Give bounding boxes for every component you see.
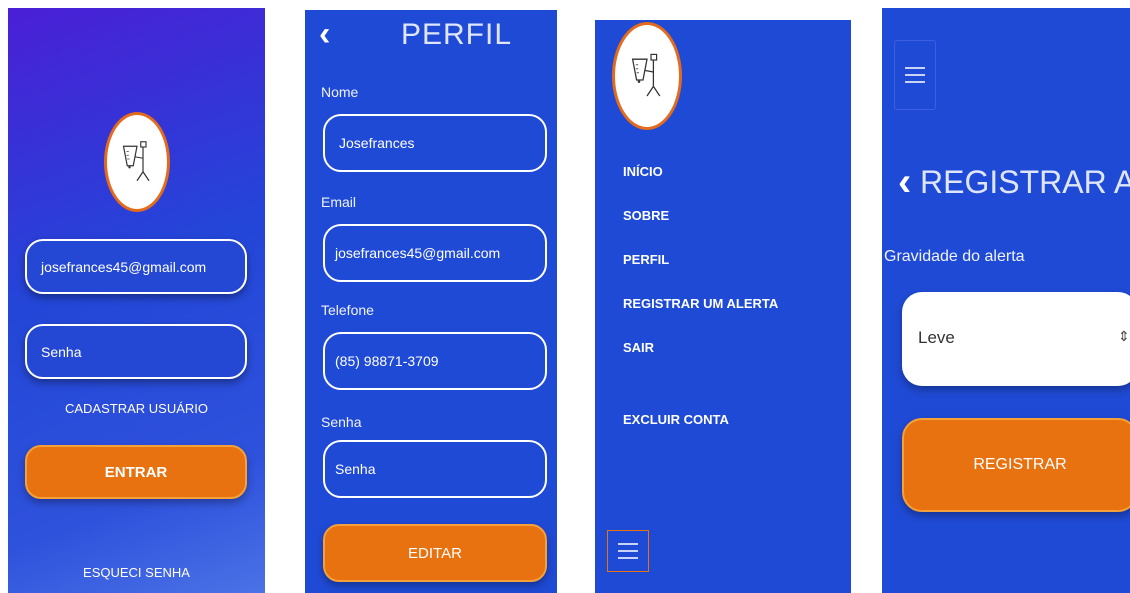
back-icon[interactable]: ‹ [319,14,330,54]
back-icon[interactable]: ‹ [898,160,911,204]
name-field[interactable]: Josefrances [323,114,547,172]
phone-field-value: (85) 98871-3709 [335,353,439,369]
email-field-value: josefrances45@gmail.com [335,245,501,261]
email-field[interactable]: josefrances45@gmail.com [25,239,247,294]
password-field[interactable]: Senha [25,324,247,379]
severity-select-value: Leve [918,328,955,347]
menu-item-perfil[interactable]: PERFIL [623,252,669,267]
menu-item-registrar-alerta[interactable]: REGISTRAR UM ALERTA [623,296,778,311]
register-button[interactable]: REGISTRAR [902,418,1130,512]
edit-button-label: EDITAR [408,544,462,562]
menu-item-sair[interactable]: SAIR [623,340,654,355]
email-field[interactable]: josefrances45@gmail.com [323,224,547,282]
select-arrow-icon: ⇕ [1118,328,1130,344]
edit-button[interactable]: EDITAR [323,524,547,582]
password-label: Senha [321,414,362,430]
severity-select[interactable]: Leve ⇕ [902,292,1130,386]
register-button-label: REGISTRAR [973,456,1067,473]
email-field-value: josefrances45@gmail.com [41,258,207,275]
hamburger-menu-icon[interactable] [894,40,936,110]
menu-item-sobre[interactable]: SOBRE [623,208,669,223]
enter-button-label: ENTRAR [104,463,168,481]
phone-field[interactable]: (85) 98871-3709 [323,332,547,390]
app-logo-icon [612,22,682,130]
app-logo-icon [104,112,170,212]
register-user-link[interactable]: CADASTRAR USUÁRIO [8,401,265,416]
menu-item-excluir-conta[interactable]: EXCLUIR CONTA [623,412,729,427]
register-alert-screen: ‹ REGISTRAR ALERTA Gravidade do alerta L… [882,8,1130,593]
forgot-password-link[interactable]: ESQUECI SENHA [8,565,265,580]
page-title: REGISTRAR ALERTA [920,164,1130,200]
menu-screen: INÍCIO SOBRE PERFIL REGISTRAR UM ALERTA … [595,20,851,593]
name-field-value: Josefrances [339,135,415,151]
password-field-placeholder: Senha [335,461,376,477]
password-field-placeholder: Senha [41,343,82,360]
name-label: Nome [321,84,359,100]
page-title: PERFIL [401,18,513,51]
email-label: Email [321,194,357,210]
phone-label: Telefone [321,302,374,318]
enter-button[interactable]: ENTRAR [25,445,247,499]
menu-item-inicio[interactable]: INÍCIO [623,164,663,179]
hamburger-menu-icon[interactable] [607,530,649,572]
login-screen: josefrances45@gmail.com Senha CADASTRAR … [8,8,265,593]
password-field[interactable]: Senha [323,440,547,498]
profile-screen: ‹ PERFIL Nome Josefrances Email josefran… [305,10,557,593]
severity-label: Gravidade do alerta [884,248,1025,265]
